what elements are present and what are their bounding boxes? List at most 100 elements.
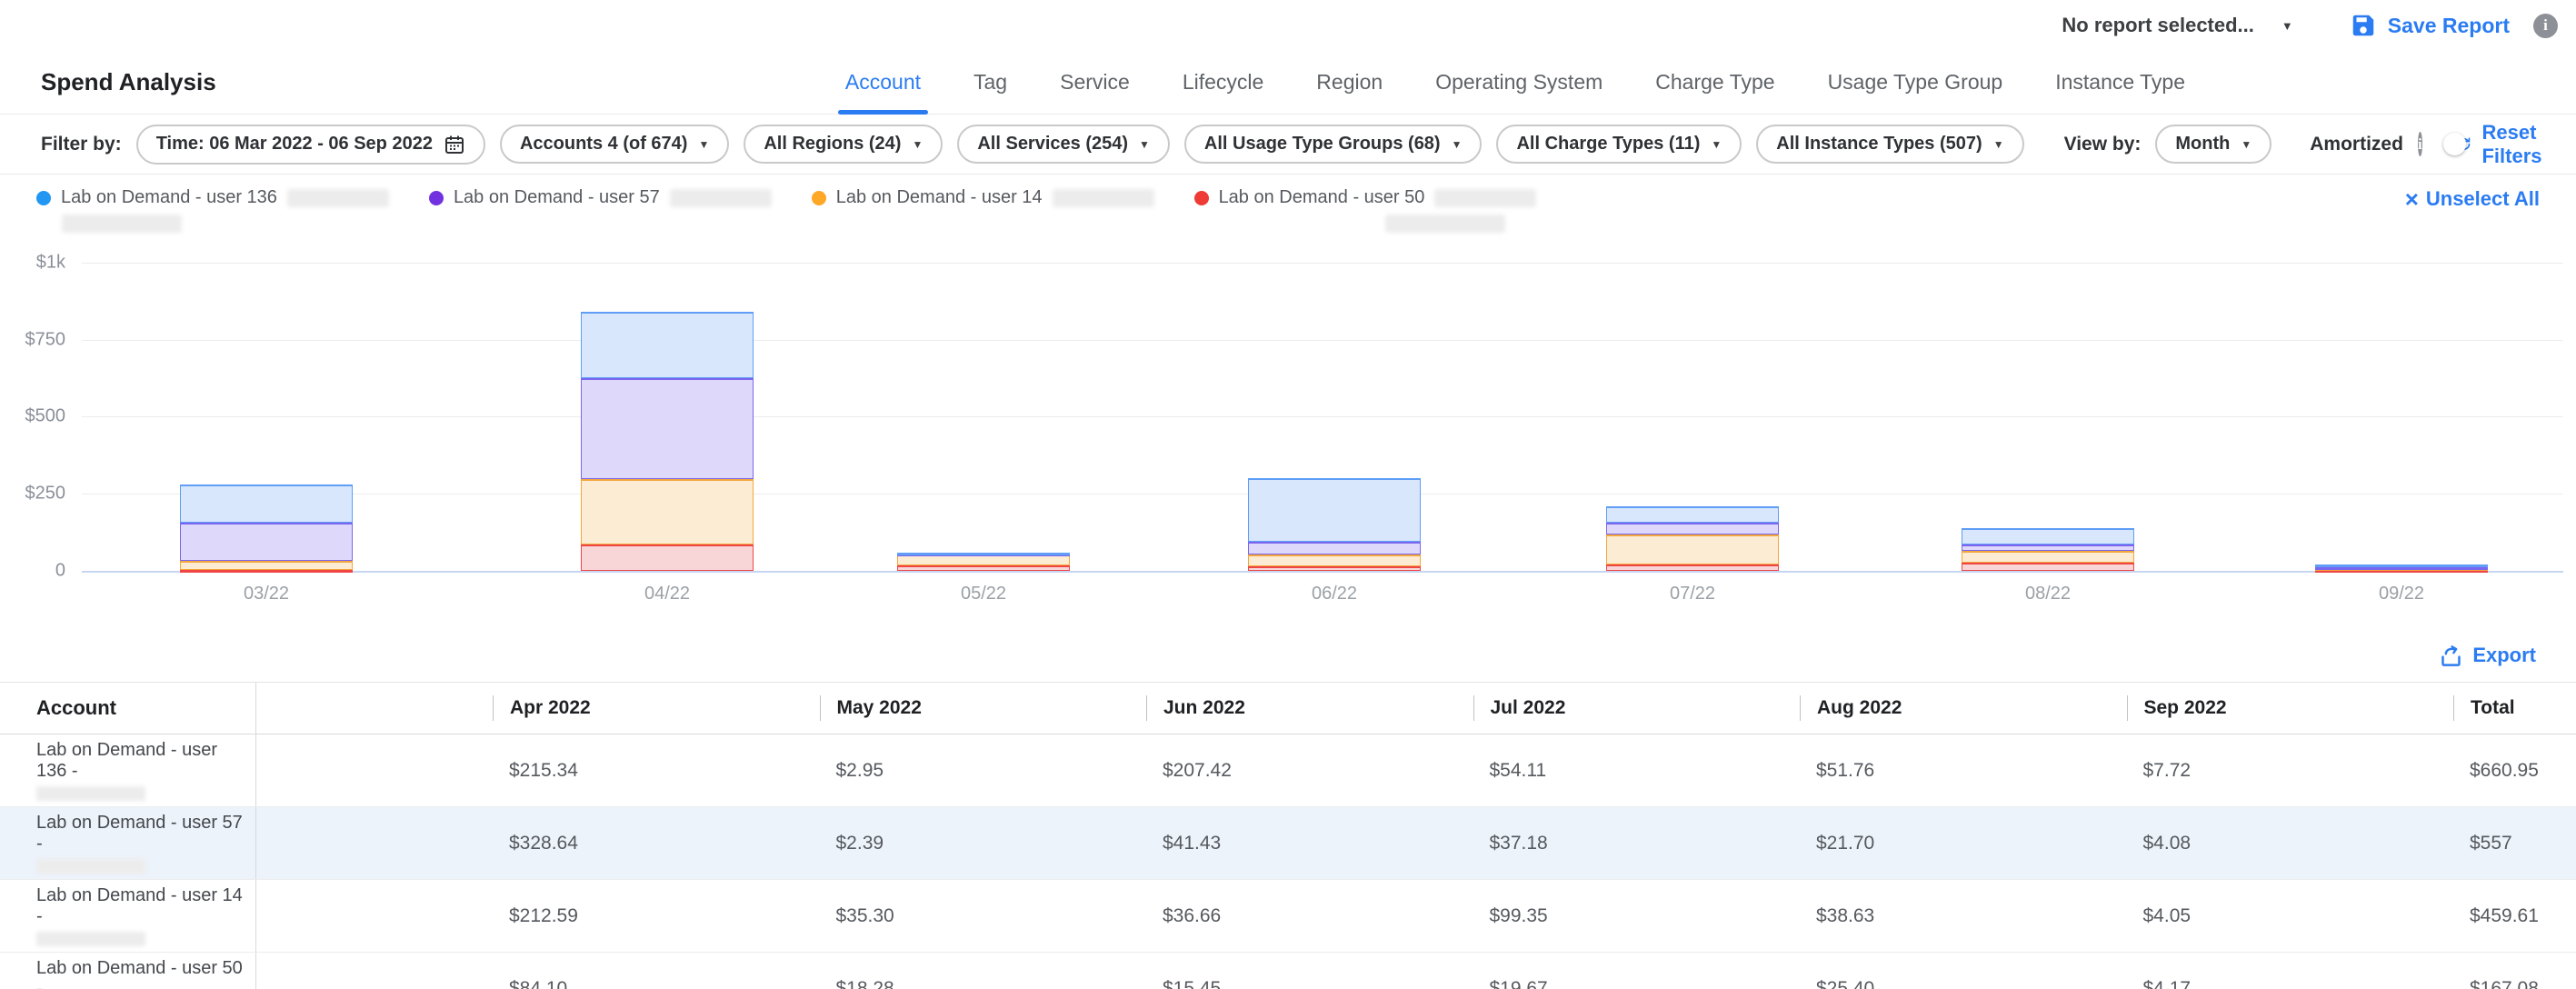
table-cell: $15.45 (1146, 978, 1473, 989)
y-axis-label: $250 (0, 484, 65, 504)
bar-segment-lab-on-demand-user-14[interactable] (581, 479, 754, 544)
column-header-account: Account (0, 683, 256, 734)
tab-instance-type[interactable]: Instance Type (2055, 51, 2185, 114)
bar-segment-lab-on-demand-user-14[interactable] (1606, 534, 1779, 565)
bar-segment-lab-on-demand-user-57[interactable] (1962, 544, 2134, 551)
table-cell: $459.61 (2453, 905, 2576, 927)
unselect-all-label: Unselect All (2426, 187, 2540, 211)
legend-item-lab-on-demand-user-57[interactable]: Lab on Demand - user 57 (429, 187, 772, 208)
chevron-down-icon: ▼ (2241, 139, 2252, 150)
save-report-button[interactable]: Save Report (2350, 12, 2510, 39)
filter-pill-all-charge-types[interactable]: All Charge Types (11)▼ (1496, 125, 1742, 164)
table-cell: $41.43 (1146, 833, 1473, 854)
table-row[interactable]: Lab on Demand - user 14 -$212.59$35.30$3… (0, 880, 2576, 953)
table-cell: $35.30 (820, 905, 1147, 927)
table-cell: $25.40 (1800, 978, 2127, 989)
bar-segment-lab-on-demand-user-136[interactable] (581, 312, 754, 378)
redacted-text (36, 859, 145, 874)
legend-item-lab-on-demand-user-50[interactable]: Lab on Demand - user 50 (1194, 187, 1537, 233)
legend-dot (812, 191, 826, 205)
table-cell: $2.95 (820, 760, 1147, 782)
table-cell: $167.08 (2453, 978, 2576, 989)
y-axis-label: $1k (0, 253, 65, 274)
reset-filters-button[interactable]: Reset Filters (2457, 121, 2552, 168)
bar-segment-lab-on-demand-user-50[interactable] (581, 544, 754, 571)
bar-segment-lab-on-demand-user-14[interactable] (180, 561, 353, 570)
tab-service[interactable]: Service (1060, 51, 1130, 114)
unselect-all-button[interactable]: × Unselect All (2405, 187, 2540, 211)
chevron-down-icon: ▼ (912, 139, 923, 150)
legend-item-lab-on-demand-user-136[interactable]: Lab on Demand - user 136 (36, 187, 389, 233)
redacted-text (36, 932, 145, 946)
bar-segment-lab-on-demand-user-136[interactable] (180, 485, 353, 523)
bar-segment-lab-on-demand-user-136[interactable] (2315, 564, 2488, 567)
bar-segment-lab-on-demand-user-57[interactable] (180, 523, 353, 561)
bar-segment-lab-on-demand-user-50[interactable] (1606, 564, 1779, 571)
bar-segment-lab-on-demand-user-136[interactable] (1962, 528, 2134, 544)
info-icon[interactable]: i (2533, 14, 2558, 38)
bar-segment-lab-on-demand-user-136[interactable] (1606, 506, 1779, 523)
filter-pill-accounts-4[interactable]: Accounts 4 (of 674)▼ (500, 125, 729, 164)
chevron-down-icon: ▼ (698, 139, 709, 150)
column-header-label: Total (2453, 695, 2515, 721)
bar-segment-lab-on-demand-user-50[interactable] (180, 570, 353, 573)
legend-item-lab-on-demand-user-14[interactable]: Lab on Demand - user 14 (812, 187, 1154, 208)
tab-usage-type-group[interactable]: Usage Type Group (1828, 51, 2003, 114)
tab-operating-system[interactable]: Operating System (1435, 51, 1603, 114)
tab-region[interactable]: Region (1316, 51, 1383, 114)
bar-segment-lab-on-demand-user-14[interactable] (1962, 551, 2134, 563)
bar-segment-lab-on-demand-user-57[interactable] (581, 378, 754, 479)
column-header-aug-2022: Aug 2022 (1800, 695, 2127, 721)
table-cell: $4.08 (2127, 833, 2454, 854)
filter-bar: Filter by: Time: 06 Mar 2022 - 06 Sep 20… (0, 115, 2576, 175)
bar-segment-lab-on-demand-user-57[interactable] (1606, 523, 1779, 534)
table-row[interactable]: Lab on Demand - user 57 -$328.64$2.39$41… (0, 807, 2576, 880)
report-selector[interactable]: No report selected... ▼ (2062, 14, 2292, 37)
view-by-select[interactable]: Month ▼ (2155, 125, 2271, 164)
bar-segment-lab-on-demand-user-136[interactable] (897, 553, 1070, 555)
bar-segment-lab-on-demand-user-50[interactable] (1962, 563, 2134, 571)
filter-pill-all-regions[interactable]: All Regions (24)▼ (744, 125, 943, 164)
bar-segment-lab-on-demand-user-136[interactable] (1248, 478, 1421, 542)
bar-segment-lab-on-demand-user-50[interactable] (897, 565, 1070, 571)
bar-segment-lab-on-demand-user-57[interactable] (1248, 542, 1421, 554)
spend-table: AccountApr 2022May 2022Jun 2022Jul 2022A… (0, 682, 2576, 989)
legend-item-label: Lab on Demand - user 14 (836, 187, 1043, 208)
table-header-row: AccountApr 2022May 2022Jun 2022Jul 2022A… (0, 682, 2576, 734)
table-cell: $557 (2453, 833, 2576, 854)
filter-pill-all-usage-type-groups[interactable]: All Usage Type Groups (68)▼ (1184, 125, 1483, 164)
x-axis-label: 05/22 (961, 584, 1006, 604)
tab-charge-type[interactable]: Charge Type (1655, 51, 1774, 114)
column-header-label: May 2022 (820, 695, 922, 721)
tab-tag[interactable]: Tag (973, 51, 1007, 114)
y-axis-label: 0 (0, 561, 65, 582)
x-axis-label: 03/22 (244, 584, 289, 604)
tab-lifecycle[interactable]: Lifecycle (1183, 51, 1263, 114)
table-cell: $215.34 (493, 760, 820, 782)
amortized-label: Amortized (2310, 134, 2403, 155)
filter-pill-all-instance-types[interactable]: All Instance Types (507)▼ (1756, 125, 2023, 164)
column-header-total: Total (2453, 695, 2576, 721)
table-row[interactable]: Lab on Demand - user 136 -$215.34$2.95$2… (0, 734, 2576, 807)
x-axis-label: 08/22 (2025, 584, 2071, 604)
topbar: No report selected... ▼ Save Report i (0, 0, 2576, 51)
legend-dot (36, 191, 51, 205)
filter-pill-time[interactable]: Time: 06 Mar 2022 - 06 Sep 2022 (136, 125, 485, 165)
filter-pill-all-services[interactable]: All Services (254)▼ (957, 125, 1170, 164)
tab-account[interactable]: Account (845, 51, 921, 114)
legend-bar: Lab on Demand - user 136 Lab on Demand - … (0, 175, 2576, 240)
filter-pill-label: Time: 06 Mar 2022 - 06 Sep 2022 (156, 134, 433, 155)
account-cell: Lab on Demand - user 14 - (0, 880, 256, 952)
bar-segment-lab-on-demand-user-50[interactable] (1248, 566, 1421, 571)
info-icon[interactable]: i (2418, 132, 2422, 156)
save-icon (2350, 12, 2377, 39)
table-cell: $18.28 (820, 978, 1147, 989)
page-title: Spend Analysis (41, 68, 216, 96)
table-cell: $4.17 (2127, 978, 2454, 989)
bar-segment-lab-on-demand-user-57[interactable] (2315, 567, 2488, 570)
table-cell: $51.76 (1800, 760, 2127, 782)
account-name: Lab on Demand - user 50 - (36, 958, 245, 989)
export-button[interactable]: Export (2439, 644, 2536, 668)
bar-segment-lab-on-demand-user-14[interactable] (1248, 554, 1421, 565)
table-row[interactable]: Lab on Demand - user 50 -$84.10$18.28$15… (0, 953, 2576, 989)
